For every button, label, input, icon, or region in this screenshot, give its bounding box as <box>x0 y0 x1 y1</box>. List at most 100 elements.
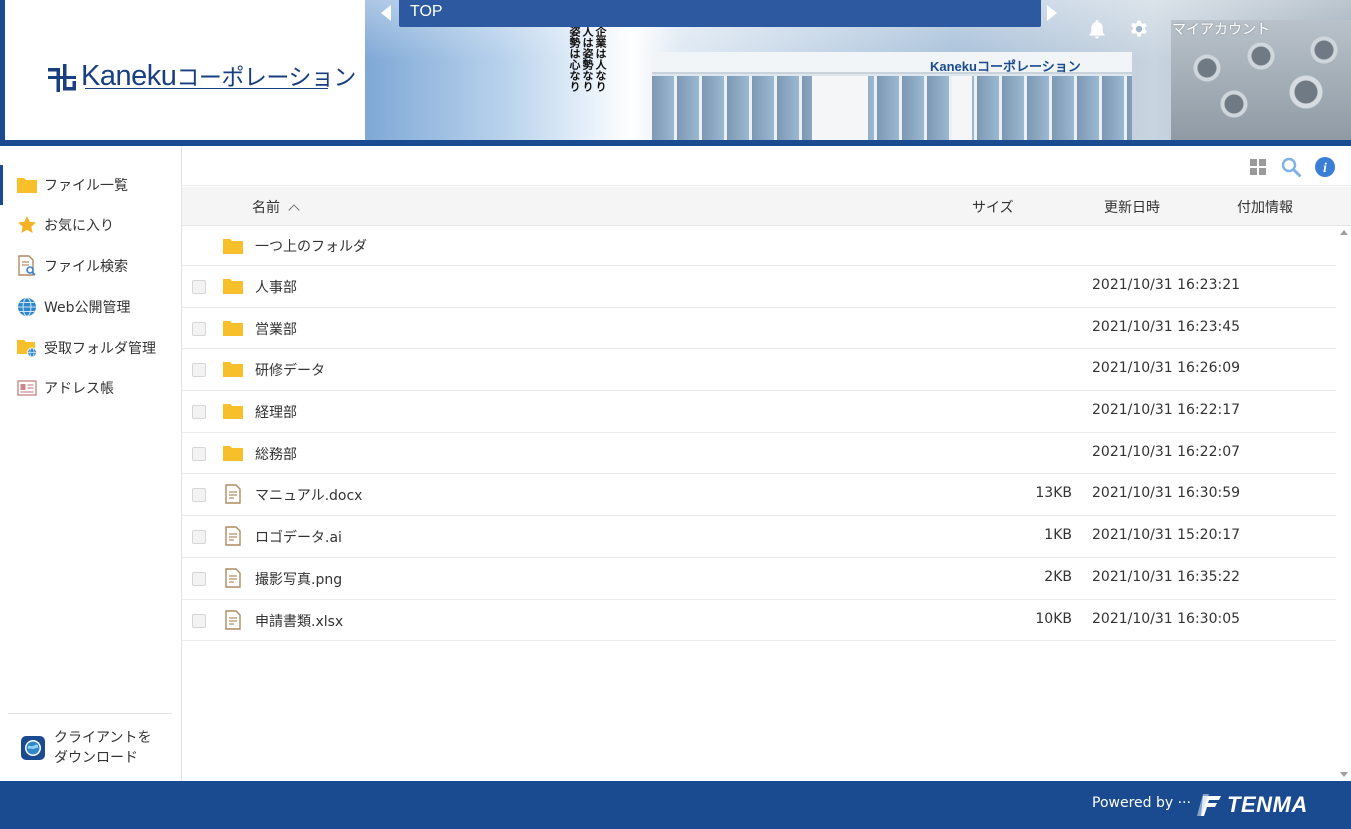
breadcrumb-bar: TOP <box>399 0 1041 27</box>
vertical-scrollbar[interactable] <box>1336 226 1351 781</box>
file-row[interactable]: マニュアル.docx 13KB 2021/10/31 16:30:59 <box>182 474 1336 517</box>
logo-area[interactable]: Kanekuコーポレーション <box>0 0 365 140</box>
folder-icon <box>223 320 243 336</box>
client-app-icon <box>21 735 45 760</box>
app-footer: Powered by ··· TENMA <box>0 781 1351 829</box>
bell-icon[interactable] <box>1086 18 1108 40</box>
column-header-updated[interactable]: 更新日時 <box>1104 197 1160 217</box>
sidebar-item-label: ファイル検索 <box>44 259 128 275</box>
folder-row[interactable]: 営業部 2021/10/31 16:23:45 <box>182 308 1336 350</box>
address-card-icon <box>16 378 38 398</box>
motto-line: 企業は人なり <box>594 26 607 92</box>
folder-icon <box>223 362 243 378</box>
file-updated: 2021/10/31 16:26:09 <box>1092 360 1241 377</box>
column-header-size[interactable]: サイズ <box>972 197 1014 217</box>
file-search-icon <box>16 255 38 276</box>
file-updated: 2021/10/31 16:23:45 <box>1092 318 1241 335</box>
row-checkbox[interactable] <box>192 613 206 628</box>
column-header-extra[interactable]: 付加情報 <box>1237 197 1293 217</box>
row-checkbox[interactable] <box>192 363 206 378</box>
sidebar-item-label: 受取フォルダ管理 <box>44 341 156 357</box>
file-row[interactable]: ロゴデータ.ai 1KB 2021/10/31 15:20:17 <box>182 516 1336 558</box>
row-checkbox[interactable] <box>192 405 206 420</box>
file-name: 総務部 <box>255 446 297 463</box>
grid-view-icon[interactable] <box>1247 156 1269 178</box>
file-rows: 人事部 2021/10/31 16:23:21 営業部 2021/10/31 16:2… <box>182 266 1336 642</box>
parent-folder-label: 一つ上のフォルダ <box>255 239 367 255</box>
file-size: 2KB <box>1044 568 1072 585</box>
row-checkbox[interactable] <box>192 446 206 461</box>
nav-next-arrow-icon[interactable] <box>1047 5 1057 21</box>
row-checkbox[interactable] <box>192 530 206 545</box>
star-icon <box>16 215 38 235</box>
sidebar: ファイル一覧 お気に入り ファイル検索 Web公開管理 受取フォルダ管理 アドレ… <box>0 146 182 781</box>
file-list-panel: i 名前 サイズ 更新日時 付加情報 一つ上のフォルダ 人事部 2021/10/3… <box>182 146 1351 781</box>
file-name: ロゴデータ.ai <box>255 530 342 547</box>
sidebar-item-favorites[interactable]: お気に入り <box>0 205 181 245</box>
sidebar-item-file-list[interactable]: ファイル一覧 <box>0 165 181 205</box>
client-download-button[interactable]: クライアントを ダウンロード <box>8 713 172 781</box>
row-checkbox[interactable] <box>192 571 206 586</box>
file-name: 撮影写真.png <box>255 571 343 588</box>
globe-icon <box>16 297 38 317</box>
client-download-line2: ダウンロード <box>54 749 138 766</box>
header-actions: マイアカウント <box>1086 16 1270 42</box>
file-size: 1KB <box>1044 527 1072 544</box>
folder-globe-icon <box>16 338 38 358</box>
file-name: マニュアル.docx <box>255 488 363 505</box>
scroll-down-arrow-icon[interactable] <box>1340 772 1348 777</box>
sidebar-item-label: ファイル一覧 <box>44 178 128 194</box>
folder-row[interactable]: 総務部 2021/10/31 16:22:07 <box>182 433 1336 475</box>
gear-icon[interactable] <box>1128 18 1150 40</box>
row-checkbox[interactable] <box>192 280 206 294</box>
row-checkbox[interactable] <box>192 488 206 503</box>
folder-row[interactable]: 経理部 2021/10/31 16:22:17 <box>182 391 1336 433</box>
file-updated: 2021/10/31 16:22:07 <box>1092 443 1241 460</box>
sidebar-item-label: アドレス帳 <box>44 381 114 397</box>
document-icon <box>225 526 241 546</box>
parent-folder-row[interactable]: 一つ上のフォルダ <box>182 226 1336 266</box>
svg-text:i: i <box>1323 161 1327 176</box>
sidebar-item-web-publish[interactable]: Web公開管理 <box>0 287 181 327</box>
logo-kana-text: コーポレーション <box>176 64 356 90</box>
my-account-link[interactable]: マイアカウント <box>1172 19 1270 39</box>
file-name: 研修データ <box>255 363 325 380</box>
file-name: 営業部 <box>255 321 297 338</box>
folder-icon <box>223 445 243 461</box>
info-icon[interactable]: i <box>1314 156 1336 178</box>
file-name: 申請書類.xlsx <box>255 613 344 630</box>
sidebar-item-address-book[interactable]: アドレス帳 <box>0 368 181 408</box>
search-icon[interactable] <box>1280 156 1302 178</box>
building-windows <box>652 76 1132 140</box>
table-header: 名前 サイズ 更新日時 付加情報 <box>182 187 1351 226</box>
tenma-brand-text: TENMA <box>1227 792 1308 817</box>
sidebar-item-file-search[interactable]: ファイル検索 <box>0 246 181 286</box>
folder-row[interactable]: 人事部 2021/10/31 16:23:21 <box>182 266 1336 308</box>
breadcrumb-top[interactable]: TOP <box>410 3 443 21</box>
sidebar-item-label: Web公開管理 <box>44 300 131 316</box>
company-motto: 企業は人なり 人は姿勢なり 姿勢は心なり <box>568 26 607 138</box>
folder-icon <box>223 279 243 294</box>
tenma-logo[interactable]: TENMA <box>1197 790 1308 820</box>
nav-prev-arrow-icon[interactable] <box>381 5 391 21</box>
sidebar-item-label: お気に入り <box>44 218 114 234</box>
row-checkbox[interactable] <box>192 321 206 336</box>
file-updated: 2021/10/31 16:35:22 <box>1092 568 1241 585</box>
client-download-label: クライアントを ダウンロード <box>54 728 151 768</box>
kaneku-logo-mark-icon <box>48 64 76 92</box>
sidebar-item-receive-folder[interactable]: 受取フォルダ管理 <box>0 328 181 368</box>
building-pillar <box>952 76 972 140</box>
file-table-body: 一つ上のフォルダ 人事部 2021/10/31 16:23:21 営業部 2021/1… <box>182 226 1336 642</box>
document-icon <box>225 609 241 630</box>
column-header-name[interactable]: 名前 <box>252 197 300 217</box>
file-updated: 2021/10/31 16:23:21 <box>1092 277 1241 293</box>
file-name: 経理部 <box>255 405 297 422</box>
file-updated: 2021/10/31 16:22:17 <box>1092 402 1241 419</box>
scroll-up-arrow-icon[interactable] <box>1340 230 1348 235</box>
file-row[interactable]: 撮影写真.png 2KB 2021/10/31 16:35:22 <box>182 558 1336 600</box>
column-header-name-label: 名前 <box>252 200 280 216</box>
folder-row[interactable]: 研修データ 2021/10/31 16:26:09 <box>182 349 1336 392</box>
file-toolbar: i <box>182 146 1351 186</box>
file-row[interactable]: 申請書類.xlsx 10KB 2021/10/31 16:30:05 <box>182 600 1336 642</box>
app-header: Kanekuコーポレーション Kanekuコーポレーション 企業は人なり 人は姿… <box>0 0 1351 146</box>
